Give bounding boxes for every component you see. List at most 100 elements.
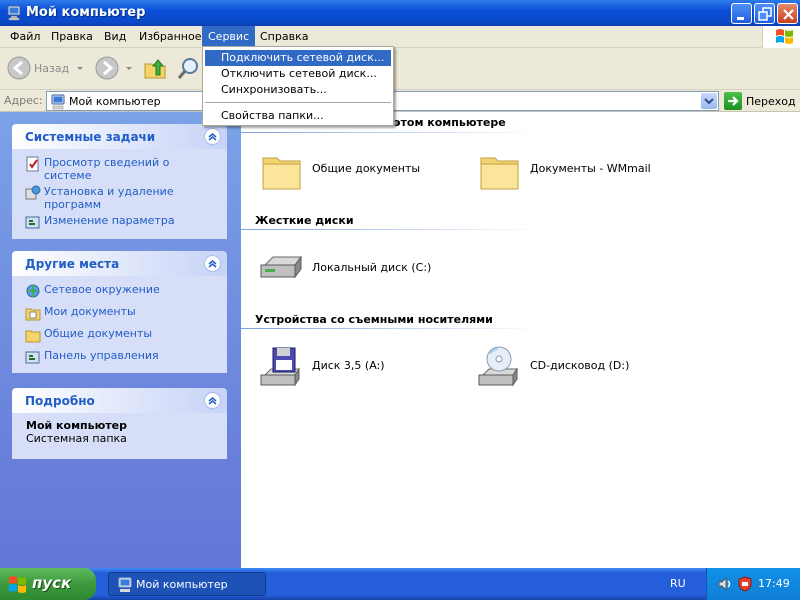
taskbar: пуск Мой компьютер RU 17:49	[0, 568, 800, 600]
item-cd-drive-d[interactable]: CD-дисковод (D:)	[477, 345, 677, 391]
system-tasks-panel: Системные задачи Просмотр сведений о сис…	[12, 124, 227, 239]
details-panel: Подробно Мой компьютер Системная папка	[12, 388, 227, 459]
volume-icon[interactable]	[717, 576, 733, 592]
folder-icon	[480, 157, 519, 190]
menu-item-disconnect-network-drive[interactable]: Отключить сетевой диск...	[205, 66, 391, 82]
panel-title: Подробно	[25, 394, 95, 408]
taskbar-window-label: Мой компьютер	[136, 578, 228, 591]
panel-title: Другие места	[25, 257, 120, 271]
menu-edit[interactable]: Правка	[45, 26, 99, 48]
back-button[interactable]: Назад	[6, 55, 86, 83]
collapse-chevron-icon[interactable]	[204, 392, 221, 409]
section-divider	[241, 328, 541, 329]
menu-bar: Файл Правка Вид Избранное Сервис Справка	[0, 26, 800, 48]
window-title: Мой компьютер	[26, 5, 146, 20]
collapse-chevron-icon[interactable]	[204, 128, 221, 145]
section-title-files: этом компьютере	[394, 116, 506, 129]
forward-arrow-icon	[95, 56, 119, 80]
network-places-icon	[26, 284, 40, 298]
chevron-down-icon	[704, 98, 714, 105]
my-documents-icon	[25, 308, 41, 321]
forward-button[interactable]	[94, 55, 134, 83]
task-add-remove-programs[interactable]: Установка и удаление программ	[22, 184, 217, 211]
menu-item-map-network-drive[interactable]: Подключить сетевой диск...	[205, 50, 391, 66]
other-places-panel: Другие места Сетевое окружение Мои докум…	[12, 251, 227, 373]
windows-logo	[762, 26, 800, 48]
my-computer-icon	[7, 5, 21, 21]
folder-icon	[25, 330, 41, 343]
add-remove-programs-icon	[25, 185, 41, 200]
up-folder-icon	[144, 59, 166, 79]
system-tasks-header[interactable]: Системные задачи	[12, 124, 227, 149]
back-arrow-icon	[7, 56, 31, 80]
menu-item-synchronize[interactable]: Синхронизовать...	[205, 82, 391, 98]
system-info-icon	[26, 156, 39, 172]
title-bar[interactable]: Мой компьютер	[0, 0, 800, 26]
start-label: пуск	[32, 574, 72, 592]
chevron-down-icon	[77, 67, 83, 70]
restore-icon	[758, 7, 772, 21]
close-button[interactable]	[777, 3, 798, 24]
chevron-down-icon	[126, 67, 132, 70]
control-panel-icon	[25, 216, 40, 229]
go-button[interactable]: Переход	[724, 92, 798, 110]
section-divider	[241, 229, 541, 230]
task-pane: Системные задачи Просмотр сведений о сис…	[0, 112, 241, 568]
collapse-chevron-icon[interactable]	[204, 255, 221, 272]
search-icon	[177, 58, 198, 79]
details-name: Мой компьютер	[26, 419, 128, 432]
menu-view[interactable]: Вид	[98, 26, 132, 48]
clock[interactable]: 17:49	[758, 577, 790, 590]
place-my-documents[interactable]: Мои документы	[22, 304, 217, 324]
section-title-hard-drives: Жесткие диски	[255, 214, 354, 227]
floppy-drive-icon	[260, 347, 300, 387]
maximize-button[interactable]	[754, 3, 775, 24]
details-header[interactable]: Подробно	[12, 388, 227, 413]
menu-item-folder-options[interactable]: Свойства папки...	[205, 108, 391, 124]
place-shared-documents[interactable]: Общие документы	[22, 326, 217, 346]
address-dropdown-button[interactable]	[701, 93, 717, 109]
menu-help[interactable]: Справка	[254, 26, 314, 48]
menu-tools[interactable]: Сервис	[202, 26, 256, 48]
up-folder-button[interactable]	[142, 55, 170, 83]
explorer-window: Мой компьютер Файл Правка Вид Избранное …	[0, 0, 800, 568]
control-panel-icon	[25, 351, 40, 364]
toolbar: Назад	[0, 48, 800, 90]
task-system-info[interactable]: Просмотр сведений о системе	[22, 155, 217, 182]
panel-title: Системные задачи	[25, 130, 156, 144]
address-bar: Адрес: Мой компьютер Переход	[0, 90, 800, 112]
back-label: Назад	[34, 62, 70, 75]
menu-file[interactable]: Файл	[4, 26, 46, 48]
hard-disk-icon	[260, 255, 302, 279]
cd-drive-icon	[478, 346, 518, 387]
item-local-disk-c[interactable]: Локальный диск (C:)	[259, 247, 459, 293]
close-icon	[783, 9, 794, 20]
windows-flag-icon	[776, 29, 793, 44]
item-wmmail-documents[interactable]: Документы - WMmail	[477, 148, 677, 194]
section-divider	[241, 132, 541, 133]
item-shared-documents[interactable]: Общие документы	[259, 148, 459, 194]
menu-separator	[205, 102, 391, 103]
address-label: Адрес:	[4, 94, 43, 107]
details-body: Мой компьютер Системная папка	[12, 413, 227, 459]
start-button[interactable]: пуск	[0, 568, 96, 600]
place-control-panel[interactable]: Панель управления	[22, 348, 217, 368]
item-floppy-a[interactable]: Диск 3,5 (A:)	[259, 345, 459, 391]
place-network[interactable]: Сетевое окружение	[22, 282, 217, 302]
minimize-icon	[737, 17, 744, 20]
go-arrow-icon	[724, 92, 742, 110]
security-shield-icon[interactable]	[737, 576, 753, 592]
language-indicator[interactable]: RU	[670, 577, 686, 590]
other-places-header[interactable]: Другие места	[12, 251, 227, 276]
system-tray: 17:49	[706, 568, 800, 600]
my-computer-icon	[118, 577, 132, 592]
search-button[interactable]	[176, 55, 204, 83]
taskbar-window-button[interactable]: Мой компьютер	[108, 572, 266, 596]
tools-menu-dropdown: Подключить сетевой диск... Отключить сет…	[202, 46, 394, 126]
windows-flag-icon	[9, 576, 26, 593]
section-title-removable: Устройства со съемными носителями	[255, 313, 493, 326]
task-change-setting[interactable]: Изменение параметра	[22, 213, 217, 233]
menu-favorites[interactable]: Избранное	[133, 26, 207, 48]
folder-icon	[262, 157, 301, 190]
minimize-button[interactable]	[731, 3, 752, 24]
